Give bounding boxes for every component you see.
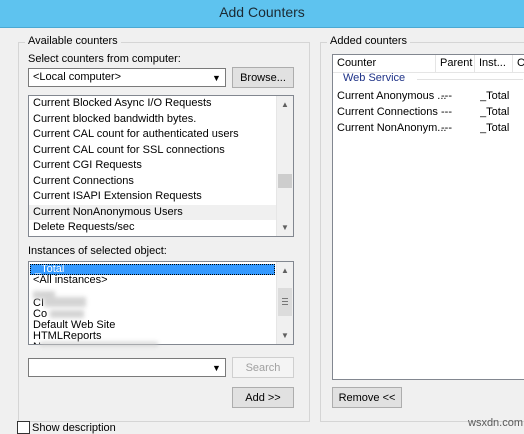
remove-button[interactable]: Remove << (332, 387, 402, 408)
chevron-down-icon: ▼ (212, 72, 221, 83)
scroll-up-icon[interactable]: ▲ (277, 96, 293, 113)
list-item[interactable]: Default Web Site (29, 320, 276, 331)
table-cell-instance: _Total (480, 90, 510, 102)
title-bar: Add Counters (0, 0, 524, 28)
list-item[interactable]: HTMLReports (29, 331, 276, 342)
column-header-parent[interactable]: Parent (436, 55, 475, 72)
counter-group-row[interactable]: Web Service (333, 71, 524, 87)
list-item[interactable]: Current NonAnonymous Users (29, 204, 276, 220)
table-cell-counter: Current NonAnonym... (337, 122, 447, 134)
column-header-instance[interactable]: Inst... (475, 55, 513, 72)
scroll-up-icon[interactable]: ▲ (277, 262, 293, 279)
list-item[interactable]: Current ISAPI Extension Requests (29, 189, 276, 205)
instances-scroll-thumb[interactable] (278, 288, 292, 316)
redacted-instance (40, 342, 158, 346)
table-cell-counter: Current Anonymous ... (337, 90, 447, 102)
list-item[interactable] (29, 286, 276, 297)
table-cell-instance: _Total (480, 122, 510, 134)
list-item[interactable]: <All instances> (29, 275, 276, 286)
list-item[interactable]: _Total (30, 264, 275, 276)
list-item[interactable]: Current CAL count for SSL connections (29, 143, 276, 159)
computer-select-value: <Local computer> (33, 71, 122, 83)
added-counters-label: Added counters (327, 35, 411, 47)
browse-button[interactable]: Browse... (232, 67, 294, 88)
list-item[interactable]: Delete Requests/sec (29, 220, 276, 236)
chevron-down-icon: ▼ (212, 362, 221, 373)
table-cell-parent: --- (441, 122, 452, 134)
redacted-instance (44, 297, 86, 307)
table-cell-instance: _Total (480, 106, 510, 118)
watermark: wsxdn.com (468, 417, 524, 429)
list-item[interactable]: Current Blocked Async I/O Requests (29, 96, 276, 112)
computer-select[interactable]: <Local computer> ▼ (28, 68, 226, 87)
list-item[interactable]: Current Connections (29, 174, 276, 190)
show-description-checkbox[interactable] (17, 421, 30, 434)
instances-label: Instances of selected object: (28, 245, 167, 257)
scroll-down-icon[interactable]: ▼ (277, 327, 293, 344)
list-item[interactable]: Current CAL count for authenticated user… (29, 127, 276, 143)
counters-list[interactable]: Current Blocked Async I/O Requests Curren… (28, 95, 294, 237)
window-title: Add Counters (219, 4, 305, 20)
list-item[interactable]: Current blocked bandwidth bytes. (29, 112, 276, 128)
search-button[interactable]: Search (232, 357, 294, 378)
table-cell-parent: --- (441, 106, 452, 118)
scroll-down-icon[interactable]: ▼ (277, 219, 293, 236)
column-header-counter[interactable]: Counter (333, 55, 436, 72)
table-row[interactable]: Current NonAnonym... --- _Total (333, 121, 524, 137)
added-counters-table[interactable]: Counter Parent Inst... Co Web Service Cu… (332, 54, 524, 380)
counters-scroll-thumb[interactable] (278, 174, 292, 188)
add-button[interactable]: Add >> (232, 387, 294, 408)
counter-group-name: Web Service (343, 72, 406, 84)
column-header-computer[interactable]: Co (513, 55, 524, 72)
table-row[interactable]: Current Connections --- _Total (333, 105, 524, 121)
redacted-instance (50, 310, 84, 318)
available-counters-label: Available counters (25, 35, 121, 47)
table-row[interactable]: Current Anonymous ... --- _Total (333, 89, 524, 105)
computer-label: Select counters from computer: (28, 53, 181, 65)
list-item[interactable]: Current CGI Requests (29, 158, 276, 174)
table-cell-parent: --- (441, 90, 452, 102)
table-cell-counter: Current Connections (337, 106, 438, 118)
show-description-label: Show description (32, 422, 116, 434)
counters-scrollbar[interactable]: ▲ ▼ (276, 96, 293, 236)
group-divider (417, 79, 523, 80)
search-combo[interactable]: ▼ (28, 358, 226, 377)
instances-scrollbar[interactable]: ▲ ▼ (276, 262, 293, 344)
